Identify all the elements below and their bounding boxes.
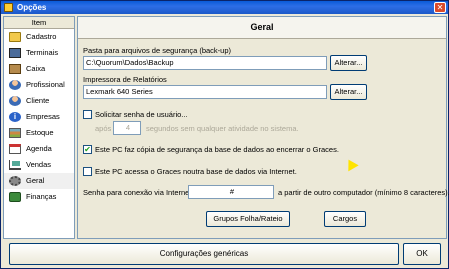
- options-window: Opções ✕ Item Cadastro Terminais Caixa P…: [0, 0, 449, 269]
- settings-panel: Geral Pasta para arquivos de segurança (…: [77, 16, 449, 239]
- internet-password-field[interactable]: #: [188, 185, 274, 199]
- app-icon: [4, 3, 13, 12]
- printer-label: Impressora de Relatórios: [83, 75, 167, 84]
- title-bar[interactable]: Opções ✕: [1, 1, 448, 14]
- sidebar-item-estoque[interactable]: Estoque: [4, 125, 74, 141]
- client-icon: [9, 96, 21, 106]
- internet-password-suffix: a partir de outro computador (mínimo 8 c…: [278, 188, 449, 197]
- money-icon: [9, 192, 21, 202]
- sidebar-item-label: Cliente: [26, 96, 50, 105]
- sidebar-item-label: Cadastro: [26, 32, 57, 41]
- sidebar-item-label: Terminais: [26, 48, 59, 57]
- ok-button[interactable]: OK: [403, 243, 441, 265]
- general-settings-button[interactable]: Configurações genéricas: [9, 243, 399, 265]
- panel-title: Geral: [78, 17, 446, 39]
- sidebar-item-label: Agenda: [26, 144, 52, 153]
- change-printer-button[interactable]: Alterar...: [330, 84, 367, 100]
- sidebar-item-label: Profissional: [26, 80, 65, 89]
- cart-icon: [9, 160, 21, 170]
- request-password-checkbox[interactable]: [83, 110, 92, 119]
- folder-icon: [9, 32, 21, 42]
- info-icon: i: [9, 112, 21, 122]
- roles-button[interactable]: Cargos: [324, 211, 366, 227]
- sidebar-item-financas[interactable]: Finanças: [4, 189, 74, 205]
- sidebar-item-label: Empresas: [26, 112, 60, 121]
- sidebar-item-label: Estoque: [26, 128, 54, 137]
- backup-folder-label: Pasta para arquivos de segurança (back-u…: [83, 46, 232, 55]
- calendar-icon: [9, 144, 21, 154]
- backup-on-exit-checkbox[interactable]: ✔: [83, 145, 92, 154]
- idle-minutes-field[interactable]: 4: [113, 121, 141, 135]
- change-backup-folder-button[interactable]: Alterar...: [330, 55, 367, 71]
- internet-password-label: Senha para conexão via Internet: [83, 188, 192, 197]
- cash-box-icon: [9, 64, 21, 74]
- after-label: após: [95, 124, 112, 133]
- sidebar-item-cadastro[interactable]: Cadastro: [4, 29, 74, 45]
- idle-suffix-label: segundos sem qualquer atividade no siste…: [146, 124, 299, 133]
- sidebar-item-caixa[interactable]: Caixa: [4, 61, 74, 77]
- sidebar-item-label: Caixa: [26, 64, 46, 73]
- backup-on-exit-label: Este PC faz cópia de segurança da base d…: [95, 145, 339, 154]
- internet-access-label: Este PC acessa o Graces noutra base de d…: [95, 167, 297, 176]
- sidebar-item-geral[interactable]: Geral: [4, 173, 74, 189]
- person-icon: [9, 80, 21, 90]
- sidebar-item-empresas[interactable]: i Empresas: [4, 109, 74, 125]
- request-password-label: Solicitar senha de usuário...: [95, 110, 188, 119]
- sidebar-item-label: Vendas: [26, 160, 52, 169]
- gear-icon: [9, 176, 21, 186]
- sidebar: Item Cadastro Terminais Caixa Profission…: [3, 16, 75, 239]
- sidebar-item-cliente[interactable]: Cliente: [4, 93, 74, 109]
- sidebar-item-terminais[interactable]: Terminais: [4, 45, 74, 61]
- window-title: Opções: [17, 3, 47, 12]
- printer-field[interactable]: Lexmark 640 Series: [83, 85, 327, 99]
- stock-icon: [9, 128, 21, 138]
- sidebar-item-agenda[interactable]: Agenda: [4, 141, 74, 157]
- sidebar-item-label: Geral: [26, 176, 45, 185]
- groups-button[interactable]: Grupos Folha/Rateio: [206, 211, 290, 227]
- sidebar-header: Item: [4, 17, 74, 29]
- internet-access-checkbox[interactable]: [83, 167, 92, 176]
- footer: Configurações genéricas OK: [3, 242, 447, 267]
- close-button[interactable]: ✕: [434, 2, 446, 13]
- monitor-icon: [9, 48, 21, 58]
- sidebar-item-profissional[interactable]: Profissional: [4, 77, 74, 93]
- backup-folder-field[interactable]: C:\Quorum\Dados\Backup: [83, 56, 327, 70]
- sidebar-item-vendas[interactable]: Vendas: [4, 157, 74, 173]
- sidebar-item-label: Finanças: [26, 192, 57, 201]
